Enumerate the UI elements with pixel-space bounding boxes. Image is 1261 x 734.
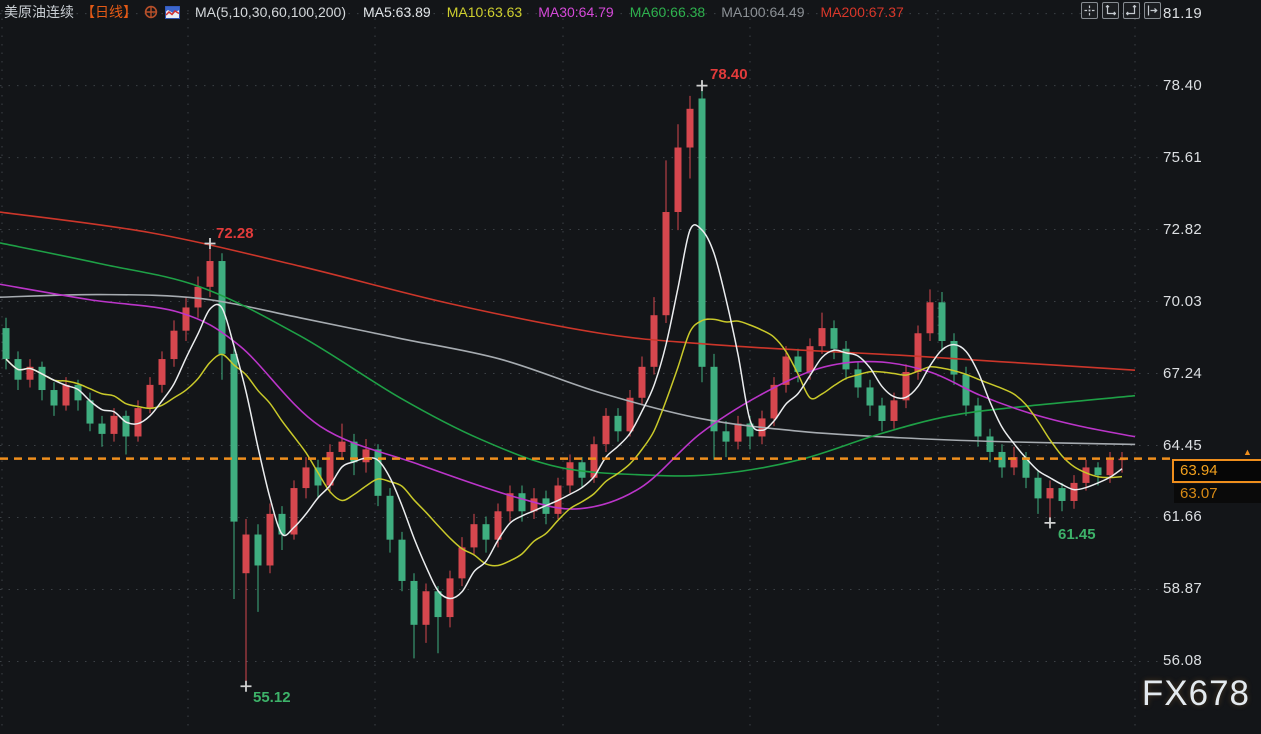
y-axis-label: 61.66 bbox=[1163, 508, 1202, 525]
y-axis-label: 75.61 bbox=[1163, 149, 1202, 166]
symbol-name: 美原油连续 bbox=[4, 2, 74, 22]
indicator-label: MA(5,10,30,60,100,200) bbox=[195, 4, 346, 20]
ma-value-ma200: MA200:67.37 bbox=[821, 4, 904, 20]
last-price-tag: 63.94 bbox=[1172, 459, 1261, 483]
crosshair-icon[interactable] bbox=[1081, 2, 1098, 19]
axis-left-icon[interactable] bbox=[1102, 2, 1119, 19]
extreme-marker-icon bbox=[241, 681, 252, 692]
ma-value-ma10: MA10:63.63 bbox=[447, 4, 523, 20]
extreme-marker-icon bbox=[205, 238, 216, 249]
y-axis: 81.19 78.40 75.61 72.82 70.03 67.24 64.45 61.66… bbox=[1163, 0, 1259, 734]
ma-value-ma100: MA100:64.49 bbox=[721, 4, 804, 20]
chart-window: 美原油连续 【日线】 MA(5,10,30,60,100,200) MA5:63… bbox=[0, 0, 1261, 734]
y-axis-label: 72.82 bbox=[1163, 221, 1202, 238]
y-axis-label: 56.08 bbox=[1163, 652, 1202, 669]
chart-toolbar bbox=[1081, 2, 1161, 19]
settlement-price-tag: 63.07 bbox=[1174, 484, 1261, 503]
y-axis-label: 70.03 bbox=[1163, 293, 1202, 310]
y-axis-label: 67.24 bbox=[1163, 365, 1202, 382]
y-axis-label: 64.45 bbox=[1163, 437, 1202, 454]
extreme-marker-icon bbox=[697, 80, 708, 91]
extreme-marker-icon bbox=[1045, 517, 1056, 528]
export-icon[interactable] bbox=[1144, 2, 1161, 19]
axis-right-icon[interactable] bbox=[1123, 2, 1140, 19]
chart-header: 美原油连续 【日线】 MA(5,10,30,60,100,200) MA5:63… bbox=[4, 0, 904, 24]
candlestick-chart[interactable] bbox=[0, 0, 1261, 734]
ma-value-list: MA5:63.89 MA10:63.63 MA30:64.79 MA60:66.38 M… bbox=[363, 4, 904, 20]
target-icon[interactable] bbox=[144, 5, 158, 19]
timeframe-label[interactable]: 【日线】 bbox=[81, 2, 137, 22]
ma-value-ma5: MA5:63.89 bbox=[363, 4, 431, 20]
ma-value-ma60: MA60:66.38 bbox=[630, 4, 706, 20]
y-axis-label: 81.19 bbox=[1163, 5, 1202, 22]
y-axis-label: 58.87 bbox=[1163, 580, 1202, 597]
price-up-arrow-icon: ▲ bbox=[1243, 448, 1251, 457]
y-axis-label: 78.40 bbox=[1163, 77, 1202, 94]
ma-value-ma30: MA30:64.79 bbox=[538, 4, 614, 20]
chart-type-icon[interactable] bbox=[165, 6, 180, 19]
